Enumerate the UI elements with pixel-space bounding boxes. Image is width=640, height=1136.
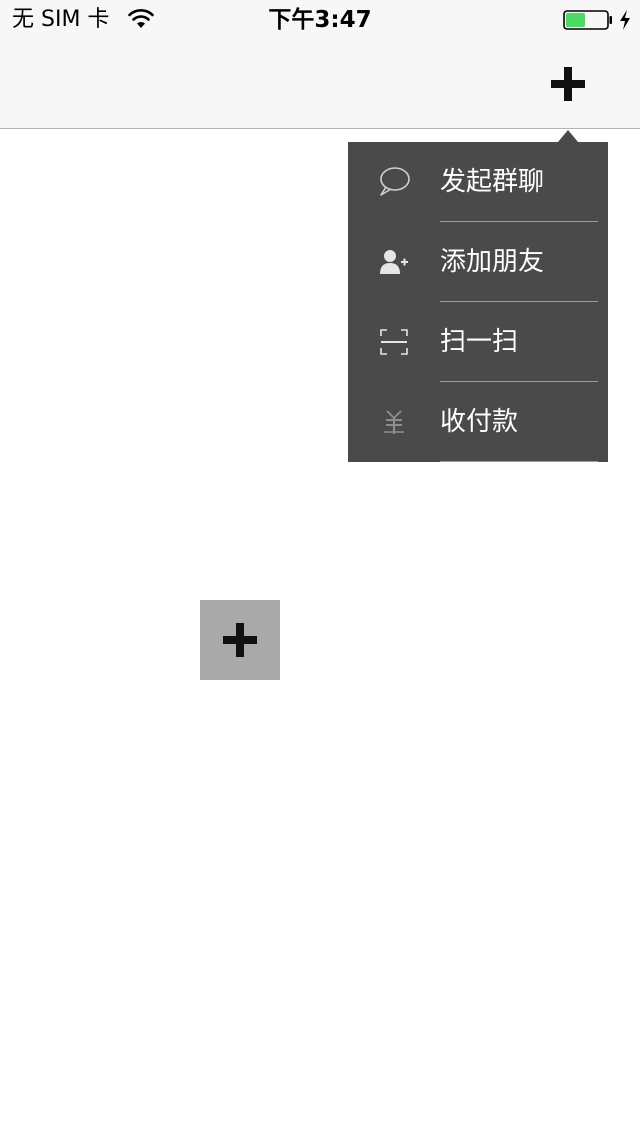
nav-add-button[interactable] — [544, 56, 592, 112]
plus-icon — [223, 623, 257, 657]
popup-arrow — [558, 130, 578, 142]
battery-icon — [563, 10, 612, 30]
menu-item-payment[interactable]: 收付款 — [348, 382, 608, 462]
popup-menu: 发起群聊 添加朋友 扫一扫 收付款 — [348, 142, 608, 462]
menu-item-label: 扫一扫 — [440, 327, 519, 357]
menu-item-scan[interactable]: 扫一扫 — [348, 302, 608, 382]
status-bar: 无 SIM 卡 下午3:47 — [0, 0, 640, 40]
chat-bubble-icon — [376, 164, 412, 200]
plus-icon — [551, 67, 585, 101]
navigation-bar — [0, 40, 640, 129]
menu-item-label: 添加朋友 — [440, 247, 545, 277]
menu-divider — [440, 461, 598, 462]
charging-icon — [620, 10, 630, 30]
menu-item-add-friend[interactable]: 添加朋友 — [348, 222, 608, 302]
menu-item-label: 发起群聊 — [440, 167, 545, 197]
center-add-button[interactable] — [200, 600, 280, 680]
menu-item-group-chat[interactable]: 发起群聊 — [348, 142, 608, 222]
add-friend-icon — [376, 244, 412, 280]
payment-icon — [376, 404, 412, 440]
menu-item-label: 收付款 — [440, 407, 519, 437]
status-time: 下午3:47 — [268, 7, 372, 33]
scan-icon — [376, 324, 412, 360]
